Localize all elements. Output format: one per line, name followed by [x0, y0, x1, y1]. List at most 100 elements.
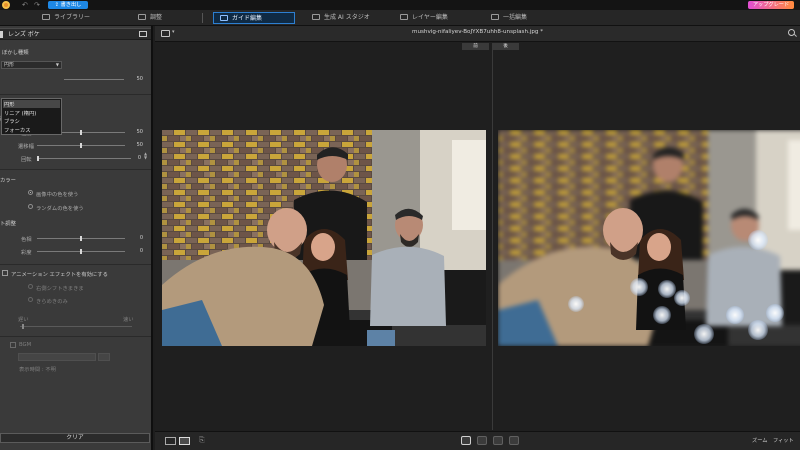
bgm-browse-button[interactable] — [98, 353, 110, 361]
dropdown-option-circle[interactable]: 円形 — [3, 100, 60, 108]
bokeh-highlight — [674, 290, 690, 306]
tab-ai-studio[interactable]: 生成 AI スタジオ — [312, 12, 370, 24]
library-icon — [42, 14, 50, 20]
contrast-icon[interactable] — [477, 436, 487, 445]
animation-shift-radio[interactable] — [28, 284, 33, 289]
before-label: 前 — [462, 43, 489, 50]
section-divider — [0, 169, 151, 170]
bokeh-highlight — [653, 306, 671, 324]
speed-slow-label: 遅い — [18, 317, 29, 323]
dropdown-option-brush[interactable]: ブラシ — [4, 117, 20, 125]
blur-type-dropdown: 円形 リニア (楕円) ブラシ フォーカス — [1, 98, 62, 135]
effect-panel: レンズ ボケ ぼかし種類 円形 ▼ 50 円形 リニア (楕円) ブラシ フォーカ… — [0, 26, 153, 450]
bokeh-highlight — [694, 324, 714, 344]
bokeh-highlight — [766, 304, 784, 322]
export-button[interactable]: ⇪ 書き出し — [48, 1, 88, 9]
fit-button[interactable]: フィット — [773, 437, 794, 444]
undo-icon[interactable]: ↶ — [22, 0, 28, 10]
tab-label: レイヤー編集 — [412, 14, 448, 21]
rotate-icon[interactable]: ⎘ — [199, 436, 205, 445]
slider-thumb[interactable] — [80, 143, 82, 148]
person-icon[interactable] — [493, 436, 503, 445]
blur-type-label: ぼかし種類 — [2, 50, 29, 56]
dropdown-option-focus[interactable]: フォーカス — [4, 126, 31, 134]
transition-value: 50 — [136, 142, 143, 148]
rotation-stepper-icon[interactable]: ▲ ▼ — [144, 152, 147, 160]
chevron-down-icon: ▼ — [55, 62, 59, 67]
tab-separator — [202, 13, 203, 23]
saturation-value: 0 — [139, 248, 143, 254]
adjust-label: ト調整 — [0, 221, 16, 227]
title-bar: ↶ ↷ ⇪ 書き出し アップグレード — [0, 0, 800, 10]
color-from-image-label: 画像中の色を使う — [36, 192, 79, 198]
section-divider — [0, 94, 151, 95]
tab-label: 調整 — [150, 14, 163, 21]
single-view-icon[interactable] — [165, 437, 176, 445]
before-photo — [162, 130, 486, 346]
preview-workspace: ▾ mushvig-nifaliyev-BoJYXB7uhh8-unsplash… — [155, 26, 800, 450]
tab-batch-edit[interactable]: 一括編集 — [491, 12, 527, 24]
after-photo — [498, 130, 800, 346]
hue-value: 0 — [139, 235, 143, 241]
animation-sparkle-radio[interactable] — [28, 297, 33, 302]
bgm-label: BGM — [19, 342, 32, 348]
animation-sparkle-label: きらめきのみ — [36, 299, 68, 305]
slider-thumb[interactable] — [80, 130, 82, 135]
tab-label: 生成 AI スタジオ — [324, 14, 370, 21]
blur-type-value: 円形 — [4, 62, 15, 68]
animation-checkbox[interactable] — [2, 270, 8, 276]
saturation-slider[interactable] — [37, 249, 125, 254]
hue-slider[interactable] — [37, 236, 125, 241]
transition-label: 遷移幅 — [18, 144, 34, 150]
section-divider — [0, 336, 151, 337]
tab-library[interactable]: ライブラリー — [42, 12, 90, 24]
magic-wand-icon — [220, 15, 228, 21]
bgm-checkbox[interactable] — [10, 342, 16, 348]
slider-thumb[interactable] — [22, 324, 24, 329]
tab-adjust[interactable]: 調整 — [138, 12, 162, 24]
dropdown-row-slider[interactable] — [64, 79, 124, 80]
after-label: 後 — [492, 43, 519, 50]
search-icon[interactable] — [788, 29, 795, 36]
redo-icon[interactable]: ↷ — [34, 0, 40, 10]
upgrade-button[interactable]: アップグレード — [748, 1, 794, 9]
tab-layer-edit[interactable]: レイヤー編集 — [400, 12, 448, 24]
preview-toolbar: ▾ mushvig-nifaliyev-BoJYXB7uhh8-unsplash… — [155, 26, 800, 42]
bokeh-highlight — [726, 306, 744, 324]
tab-guided-edit[interactable]: ガイド編集 — [213, 12, 295, 24]
bgm-file-field[interactable] — [18, 353, 96, 361]
speed-slider[interactable] — [20, 324, 132, 329]
slider-thumb[interactable] — [37, 156, 39, 161]
clear-button[interactable]: クリア — [0, 433, 150, 443]
rotation-slider[interactable] — [37, 156, 131, 161]
preview-bottom-bar: ⎘ ズーム フィット — [155, 431, 800, 450]
tab-label: 一括編集 — [503, 14, 528, 21]
sliders-icon — [138, 14, 146, 20]
bokeh-highlight — [748, 320, 768, 340]
panel-export-icon[interactable] — [139, 31, 147, 37]
dropdown-option-linear[interactable]: リニア (楕円) — [4, 109, 36, 117]
bokeh-highlight — [630, 278, 648, 296]
effect-toggle-icon[interactable] — [461, 436, 471, 445]
compare-view-icon[interactable] — [179, 437, 190, 445]
section-divider — [0, 264, 151, 265]
bokeh-highlight — [568, 296, 584, 312]
rotation-label: 回転 — [21, 157, 32, 163]
slider-thumb[interactable] — [80, 236, 82, 241]
blur-type-select[interactable]: 円形 ▼ — [1, 61, 62, 69]
tab-label: ライブラリー — [54, 14, 91, 21]
back-icon[interactable] — [0, 31, 3, 38]
layers-icon — [400, 14, 408, 20]
speed-fast-label: 速い — [123, 317, 134, 323]
duration-label: 表示時間 : 不明 — [19, 367, 56, 373]
zoom-label: ズーム — [752, 438, 768, 444]
transition-slider[interactable] — [37, 143, 125, 148]
random-color-radio[interactable] — [28, 204, 33, 209]
layers-stack-icon[interactable] — [509, 436, 519, 445]
slider-thumb[interactable] — [80, 249, 82, 254]
color-from-image-radio[interactable] — [28, 190, 33, 195]
compare-divider[interactable] — [492, 50, 493, 430]
panel-header: レンズ ボケ — [0, 28, 151, 40]
export-label: 書き出し — [60, 2, 82, 8]
animation-label: アニメーション エフェクトを有効にする — [11, 272, 108, 278]
